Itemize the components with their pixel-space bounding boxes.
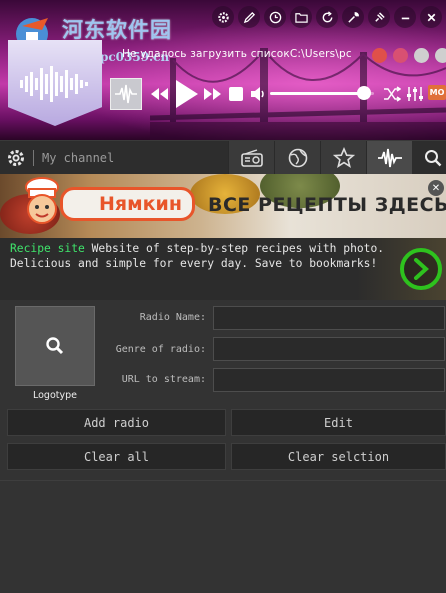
add-radio-button[interactable]: Add radio	[7, 409, 226, 436]
ad-slogan: ВСЕ РЕЦЕПТЫ ЗДЕСЬ!	[208, 194, 446, 216]
star-icon	[332, 147, 355, 168]
album-cover	[8, 40, 102, 126]
mini-album-art	[110, 78, 142, 110]
volume-slider-knob[interactable]	[356, 86, 371, 100]
tab-favorites[interactable]	[320, 141, 366, 175]
clear-selection-button[interactable]: Clear selction	[231, 443, 446, 470]
globe-icon	[288, 148, 307, 168]
timer-button[interactable]	[264, 6, 286, 28]
next-button[interactable]	[202, 83, 224, 105]
ad-site-link[interactable]: Recipe site	[10, 242, 85, 255]
stop-button[interactable]	[228, 86, 244, 102]
radio-name-field[interactable]	[213, 306, 445, 330]
folder-icon	[294, 12, 308, 23]
minimize-icon	[401, 17, 409, 19]
waveform-icon	[20, 66, 88, 102]
window-toolbar	[212, 6, 442, 28]
speaker-icon	[251, 87, 264, 101]
equalizer-icon	[407, 87, 423, 101]
player-header: 河东软件园 www.pc0359.cn Не удалось загрузить…	[0, 0, 446, 140]
chevron-right-icon	[414, 258, 429, 280]
ad-close-button[interactable]: ✕	[428, 180, 444, 196]
rewind-icon	[151, 88, 168, 100]
search-icon	[46, 337, 64, 355]
channel-bar	[0, 140, 446, 175]
tab-my-stations[interactable]	[366, 141, 412, 175]
stream-url-label: URL to stream:	[121, 374, 206, 385]
edit-button[interactable]	[238, 6, 260, 28]
edit-button[interactable]: Edit	[231, 409, 446, 436]
equalizer-button[interactable]	[404, 83, 426, 105]
radio-name-label: Radio Name:	[139, 312, 206, 323]
pen-icon	[243, 11, 255, 23]
open-folder-button[interactable]	[290, 6, 312, 28]
chef-icon	[25, 177, 59, 224]
clock-icon	[269, 11, 281, 23]
add-radio-form: Logotype Radio Name: Genre of radio: URL…	[0, 300, 446, 480]
volume-button[interactable]	[248, 84, 268, 104]
gear-icon	[217, 11, 229, 23]
stop-icon	[229, 87, 243, 101]
ad-open-button[interactable]	[400, 248, 442, 290]
stream-url-field[interactable]	[213, 368, 445, 392]
playback-controls: MO	[108, 78, 446, 110]
channel-tabs	[228, 141, 412, 175]
status-row: Не удалось загрузить списокC:\Users\pc	[122, 47, 446, 65]
waveform-icon	[377, 148, 402, 168]
ad-brand-logo: Нямкин	[60, 187, 195, 221]
logotype-label: Logotype	[32, 390, 77, 401]
clear-all-button[interactable]: Clear all	[7, 443, 226, 470]
status-dot-record[interactable]	[372, 48, 387, 63]
shuffle-button[interactable]	[382, 84, 402, 104]
tab-radio[interactable]	[228, 141, 274, 175]
close-icon	[427, 13, 435, 21]
tools-icon	[347, 11, 359, 23]
refresh-button[interactable]	[316, 6, 338, 28]
ad-banner[interactable]: Нямкин ВСЕ РЕЦЕПТЫ ЗДЕСЬ! ✕	[0, 174, 446, 238]
search-button[interactable]	[422, 147, 444, 169]
channel-settings-button[interactable]	[6, 148, 26, 172]
refresh-icon	[322, 10, 332, 22]
fast-forward-icon	[204, 88, 221, 100]
ad-description-block[interactable]: Recipe site Website of step-by-step reci…	[0, 238, 446, 300]
shuffle-icon	[384, 86, 401, 102]
genre-label: Genre of radio:	[115, 344, 206, 355]
settings-button[interactable]	[212, 6, 234, 28]
ad-description: Recipe site Website of step-by-step reci…	[10, 241, 390, 271]
pin-icon	[374, 11, 385, 22]
ad-brand-name: Нямкин	[99, 193, 182, 215]
search-icon	[425, 150, 442, 167]
pin-button[interactable]	[368, 6, 390, 28]
status-dot-extra[interactable]	[435, 48, 446, 63]
minimize-button[interactable]	[394, 6, 416, 28]
channel-search-input[interactable]	[42, 148, 222, 168]
radio-icon	[240, 149, 263, 167]
separator	[33, 150, 34, 166]
genre-field[interactable]	[213, 337, 445, 361]
play-button[interactable]	[172, 78, 200, 110]
close-button[interactable]	[420, 6, 442, 28]
tools-button[interactable]	[342, 6, 364, 28]
gear-icon	[8, 150, 24, 166]
logotype-picker[interactable]	[15, 306, 95, 386]
status-dot-browser[interactable]	[414, 48, 429, 63]
previous-button[interactable]	[148, 83, 170, 105]
tab-world[interactable]	[274, 141, 320, 175]
watermark-site-name: 河东软件园	[62, 17, 172, 42]
mode-badge[interactable]: MO	[428, 85, 446, 100]
status-message: Не удалось загрузить списокC:\Users\pc	[122, 48, 352, 60]
divider	[0, 480, 446, 481]
waveform-icon	[115, 84, 137, 104]
play-icon	[176, 80, 198, 108]
status-dot-share[interactable]	[393, 48, 408, 63]
